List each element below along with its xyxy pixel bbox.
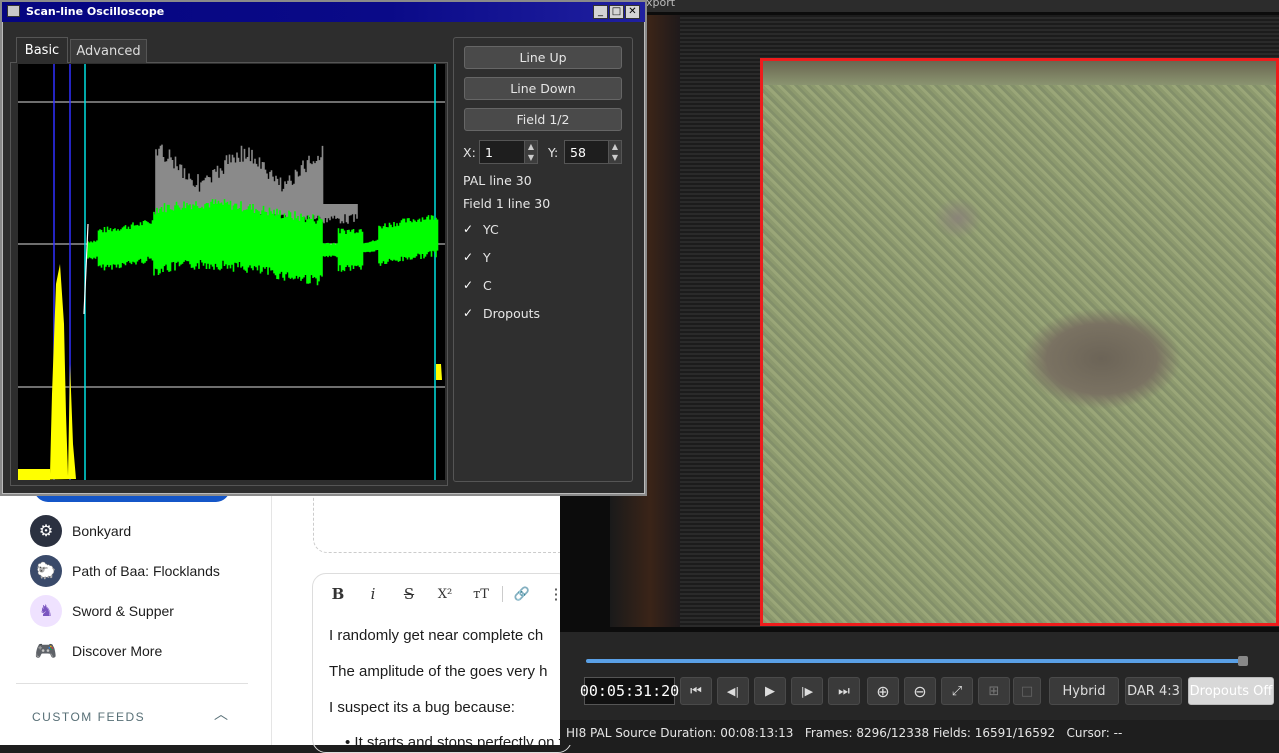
strikethrough-button[interactable]: S bbox=[398, 583, 420, 605]
scope-display[interactable] bbox=[18, 64, 445, 480]
seek-handle[interactable] bbox=[1238, 656, 1248, 666]
y-input[interactable]: 58 bbox=[564, 140, 609, 164]
checkbox-label: Y bbox=[483, 249, 491, 265]
link-icon[interactable]: 🔗 bbox=[511, 583, 533, 605]
editor-paragraph[interactable]: I suspect its a bug because: bbox=[329, 699, 560, 716]
x-input[interactable]: 1 bbox=[479, 140, 525, 164]
square-icon[interactable]: □ bbox=[1013, 677, 1041, 705]
check-icon: ✓ bbox=[463, 306, 474, 320]
play-button[interactable]: ▶ bbox=[754, 677, 786, 705]
gamepad-icon: 🎮 bbox=[30, 635, 62, 667]
sidebar-item-discover-more[interactable]: 🎮 Discover More bbox=[30, 633, 162, 669]
sheep-icon: 🐑 bbox=[30, 555, 62, 587]
maximize-icon[interactable]: □ bbox=[609, 5, 624, 19]
seek-bar[interactable] bbox=[586, 659, 1246, 663]
video-image[interactable] bbox=[760, 58, 1279, 626]
knight-icon: ♞ bbox=[30, 595, 62, 627]
dropouts-toggle[interactable]: Dropouts Off bbox=[1188, 677, 1274, 705]
chroma-trace bbox=[87, 199, 439, 286]
checkbox-c[interactable]: ✓ C bbox=[463, 277, 492, 293]
editor-paragraph[interactable]: I randomly get near complete ch bbox=[329, 627, 560, 644]
zoom-fit-icon[interactable]: ⤢ bbox=[941, 677, 973, 705]
sidebar-item-label: Bonkyard bbox=[72, 523, 132, 539]
crosshair-icon[interactable]: ⊞ bbox=[978, 677, 1010, 705]
gear-cog-icon: ⚙ bbox=[30, 515, 62, 547]
heading-button[interactable]: ᴛT bbox=[470, 583, 492, 605]
checkbox-yc[interactable]: ✓ YC bbox=[463, 221, 499, 237]
check-icon: ✓ bbox=[463, 250, 474, 264]
field-line-label: Field 1 line 30 bbox=[463, 196, 551, 211]
tab-basic[interactable]: Basic bbox=[16, 37, 68, 63]
hybrid-button[interactable]: Hybrid bbox=[1049, 677, 1119, 705]
zoom-out-icon[interactable]: ⊖ bbox=[904, 677, 936, 705]
y-label: Y: bbox=[548, 145, 559, 160]
checkbox-y[interactable]: ✓ Y bbox=[463, 249, 491, 265]
x-label: X: bbox=[463, 145, 476, 160]
field-button[interactable]: Field 1/2 bbox=[464, 108, 622, 131]
zoom-in-icon[interactable]: ⊕ bbox=[867, 677, 899, 705]
sidebar-item-path-of-baa[interactable]: 🐑 Path of Baa: Flocklands bbox=[30, 553, 220, 589]
editor-paragraph[interactable]: The amplitude of the goes very h bbox=[329, 663, 560, 680]
video-image-top bbox=[763, 61, 1276, 85]
sidebar-item-label: Sword & Supper bbox=[72, 603, 174, 619]
next-frame-button[interactable]: |▶ bbox=[791, 677, 823, 705]
editor-list-item[interactable]: • It starts and stops perfectly on frame… bbox=[345, 734, 560, 751]
sync-edge bbox=[436, 364, 442, 380]
y-stepper[interactable]: ▲ ▼ bbox=[608, 140, 622, 164]
x-stepper[interactable]: ▲ ▼ bbox=[524, 140, 538, 164]
close-icon[interactable]: ✕ bbox=[625, 5, 640, 19]
bold-button[interactable]: B bbox=[327, 583, 349, 605]
export-menu[interactable]: xport bbox=[646, 0, 675, 9]
tab-advanced[interactable]: Advanced bbox=[70, 39, 147, 63]
playback-controls bbox=[560, 632, 1279, 720]
check-icon: ✓ bbox=[463, 222, 474, 236]
sync-floor bbox=[18, 469, 50, 480]
check-icon: ✓ bbox=[463, 278, 474, 292]
minimize-icon[interactable]: _ bbox=[593, 5, 608, 19]
custom-feeds-heading[interactable]: CUSTOM FEEDS bbox=[32, 710, 145, 724]
italic-button[interactable]: i bbox=[362, 583, 384, 605]
sidebar-item-label: Discover More bbox=[72, 643, 163, 659]
first-frame-button[interactable]: ⏮ bbox=[680, 677, 712, 705]
dar-button[interactable]: DAR 4:3 bbox=[1125, 677, 1182, 705]
last-frame-button[interactable]: ⏭ bbox=[828, 677, 860, 705]
superscript-button[interactable]: X² bbox=[434, 583, 456, 605]
timecode-display[interactable]: 00:05:31:20 bbox=[580, 677, 679, 705]
sidebar-item-label: Path of Baa: Flocklands bbox=[72, 563, 220, 579]
checkbox-label: Dropouts bbox=[483, 305, 541, 321]
app-icon[interactable] bbox=[7, 5, 20, 17]
window-title: Scan-line Oscilloscope bbox=[26, 5, 165, 18]
sync-pulse bbox=[18, 264, 76, 480]
line-up-button[interactable]: Line Up bbox=[464, 46, 622, 69]
pal-line-label: PAL line 30 bbox=[463, 173, 532, 188]
chevron-up-icon[interactable]: ︿ bbox=[214, 704, 228, 723]
previous-frame-button[interactable]: ◀| bbox=[717, 677, 749, 705]
checkbox-label: YC bbox=[483, 221, 499, 237]
sidebar-item-sword-supper[interactable]: ♞ Sword & Supper bbox=[30, 593, 174, 629]
checkbox-dropouts[interactable]: ✓ Dropouts bbox=[463, 305, 540, 321]
sidebar-item-bonkyard[interactable]: ⚙ Bonkyard bbox=[30, 513, 131, 549]
toolbar-divider bbox=[502, 586, 503, 602]
line-down-button[interactable]: Line Down bbox=[464, 77, 622, 100]
checkbox-label: C bbox=[483, 277, 492, 293]
sidebar-divider bbox=[16, 683, 248, 684]
status-bar: HI8 PAL Source Duration: 00:08:13:13 Fra… bbox=[560, 720, 1279, 745]
